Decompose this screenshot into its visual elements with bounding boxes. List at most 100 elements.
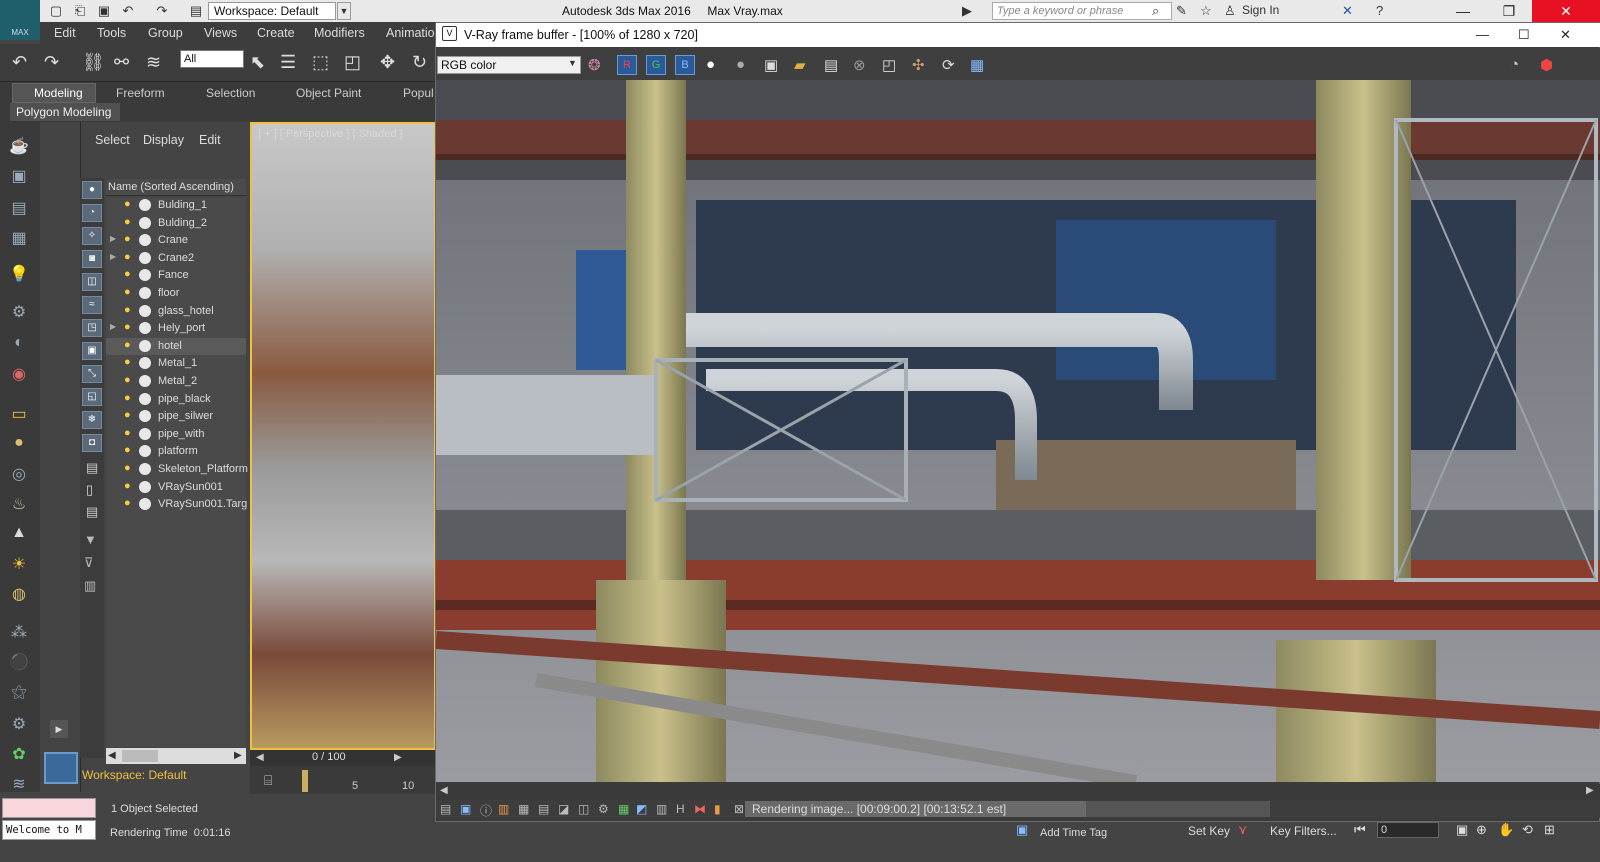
- display-containers-filter-icon[interactable]: ◱: [82, 388, 102, 406]
- gear-icon[interactable]: ⚙: [8, 714, 30, 734]
- display-helpers-filter-icon[interactable]: ◫: [82, 273, 102, 291]
- lightbulb-icon[interactable]: ●: [124, 321, 131, 333]
- menu-edit[interactable]: Edit: [54, 26, 76, 40]
- workspace-icon[interactable]: [44, 752, 78, 784]
- scene-tab-display[interactable]: Display: [143, 133, 184, 147]
- plant-icon[interactable]: ✿: [8, 744, 30, 764]
- app-menu-logo[interactable]: MAX: [0, 0, 40, 40]
- selection-filter-dropdown[interactable]: All: [180, 50, 244, 68]
- scene-tree-row[interactable]: ● Metal_1: [106, 355, 246, 373]
- save-icon[interactable]: ▣: [96, 3, 112, 19]
- channel-dropdown-arrow-icon[interactable]: ▼: [568, 58, 577, 68]
- time-next-icon[interactable]: ▶: [394, 752, 402, 763]
- scene-tree-row[interactable]: ● VRaySun001: [106, 479, 246, 497]
- lightbulb-icon[interactable]: ●: [124, 251, 131, 263]
- stereo-icon[interactable]: ▮: [714, 802, 721, 816]
- hsl-icon[interactable]: ◫: [578, 802, 589, 816]
- lightbulb-icon[interactable]: ●: [124, 233, 131, 245]
- help-search-input[interactable]: Type a keyword or phrase: [992, 2, 1172, 20]
- scene-tree-row[interactable]: ● VRaySun001.Targ: [106, 496, 247, 514]
- display-shapes-filter-icon[interactable]: ◔: [82, 204, 102, 222]
- favorites-star-icon[interactable]: ☆: [1200, 3, 1212, 19]
- video-icon[interactable]: ◉: [8, 364, 30, 384]
- channel-dropdown[interactable]: RGB color: [437, 56, 581, 74]
- redo-icon[interactable]: ↷: [154, 3, 170, 19]
- lightbulb-icon[interactable]: ●: [124, 216, 131, 228]
- current-frame-field[interactable]: 0: [1377, 822, 1439, 838]
- vfb-scroll-left-icon[interactable]: ◀: [440, 785, 448, 796]
- lightbulb-icon[interactable]: ●: [124, 339, 131, 351]
- lightbulb-icon[interactable]: ●: [124, 480, 131, 492]
- undo-icon[interactable]: ↶: [120, 3, 136, 19]
- clipboard-icon[interactable]: ▤: [824, 56, 838, 74]
- help-icon[interactable]: ?: [1376, 3, 1383, 18]
- undo-icon[interactable]: ↶: [12, 52, 27, 73]
- scene-tree-row[interactable]: ▶ ● Crane: [106, 232, 246, 250]
- move-icon[interactable]: ✥: [380, 52, 395, 73]
- polygon-modeling-panel[interactable]: Polygon Modeling: [10, 103, 120, 121]
- minimize-button[interactable]: —: [1440, 0, 1486, 22]
- bind-space-warp-icon[interactable]: ≋: [146, 52, 161, 73]
- particles-icon[interactable]: ⁂: [8, 622, 30, 642]
- scene-tree-row[interactable]: ● floor: [106, 285, 246, 303]
- filter-list-icon[interactable]: ▥: [84, 578, 96, 594]
- window-crossing-icon[interactable]: ◰: [344, 52, 361, 73]
- lightbulb-icon[interactable]: ●: [124, 286, 131, 298]
- lightbulb-icon[interactable]: ●: [124, 356, 131, 368]
- scroll-left-icon[interactable]: ◀: [108, 750, 116, 761]
- sun-icon[interactable]: ☀: [8, 554, 30, 574]
- render-setup-icon[interactable]: ▤: [8, 198, 30, 218]
- teapot-icon[interactable]: ☕: [8, 136, 30, 156]
- lightbulb-icon[interactable]: ●: [124, 304, 131, 316]
- vfb-close-button[interactable]: ✕: [1560, 27, 1571, 43]
- info-icon[interactable]: ▦: [970, 56, 984, 74]
- cone-icon[interactable]: ▲: [8, 524, 30, 544]
- blank-page-icon[interactable]: ▯: [86, 482, 93, 498]
- expand-arrow-icon[interactable]: ▶: [110, 322, 116, 331]
- lens-effects-icon[interactable]: ▣: [460, 802, 471, 816]
- lightbulb-icon[interactable]: ●: [124, 268, 131, 280]
- rendered-image[interactable]: [436, 80, 1600, 782]
- go-to-start-icon[interactable]: ⏮: [1354, 822, 1366, 838]
- filter-add-icon[interactable]: ⊽: [84, 555, 94, 571]
- scene-tree-row[interactable]: ● hotel: [106, 337, 246, 356]
- exposure-icon[interactable]: ⚙: [598, 802, 609, 816]
- zoom-icon[interactable]: ⊕: [1476, 822, 1487, 838]
- scene-tree-row[interactable]: ● pipe_with: [106, 426, 246, 444]
- display-lights-filter-icon[interactable]: ✧: [82, 227, 102, 245]
- binoculars-icon[interactable]: ⌕: [1152, 3, 1159, 19]
- curve-icon[interactable]: ▤: [538, 802, 549, 816]
- communication-icon[interactable]: ✎: [1176, 3, 1187, 19]
- pixel-aspect-icon[interactable]: ⊠: [734, 802, 744, 816]
- maximize-viewport-icon[interactable]: ⊞: [1544, 822, 1555, 838]
- display-bones-filter-icon[interactable]: ⤡: [82, 365, 102, 383]
- lightbulb-icon[interactable]: ●: [124, 427, 131, 439]
- lightbulb-icon[interactable]: ●: [124, 462, 131, 474]
- background-icon[interactable]: ◪: [558, 802, 569, 816]
- save-image-icon[interactable]: ▣: [764, 56, 778, 74]
- select-object-icon[interactable]: ⬉: [250, 52, 265, 73]
- ribbon-tab-object-paint[interactable]: Object Paint: [296, 86, 361, 100]
- workspace-dropdown-arrow-icon[interactable]: ▼: [337, 2, 351, 20]
- ribbon-tab-populate[interactable]: Popul: [403, 86, 434, 100]
- history-icon[interactable]: ▤: [440, 802, 451, 816]
- torus-icon[interactable]: ◎: [8, 464, 30, 484]
- expand-arrow-icon[interactable]: ▶: [110, 234, 116, 243]
- levels-icon[interactable]: ▦: [518, 802, 529, 816]
- horizontal-scrollbar-thumb[interactable]: [122, 750, 158, 762]
- scene-tree-row[interactable]: ● Metal_2: [106, 373, 246, 391]
- scene-tree-row[interactable]: ● platform: [106, 443, 246, 461]
- list-page-icon[interactable]: ▤: [86, 504, 98, 520]
- menu-animation[interactable]: Animatio: [386, 26, 435, 40]
- box-icon[interactable]: ▭: [8, 404, 30, 424]
- color-channels-icon[interactable]: ❂: [588, 56, 601, 74]
- time-prev-icon[interactable]: ◀: [256, 752, 264, 763]
- lightbulb-icon[interactable]: ●: [124, 392, 131, 404]
- pan-hand-icon[interactable]: ✋: [1498, 822, 1514, 838]
- dynamics-icon[interactable]: ⚫: [8, 652, 30, 672]
- lightbulb-icon[interactable]: ●: [124, 198, 131, 210]
- scene-tree-row[interactable]: ▶ ● Crane2: [106, 250, 246, 268]
- scene-tree-row[interactable]: ● Bulding_1: [106, 197, 246, 215]
- new-file-icon[interactable]: ▢: [48, 3, 64, 19]
- mono-icon[interactable]: ●: [736, 56, 745, 73]
